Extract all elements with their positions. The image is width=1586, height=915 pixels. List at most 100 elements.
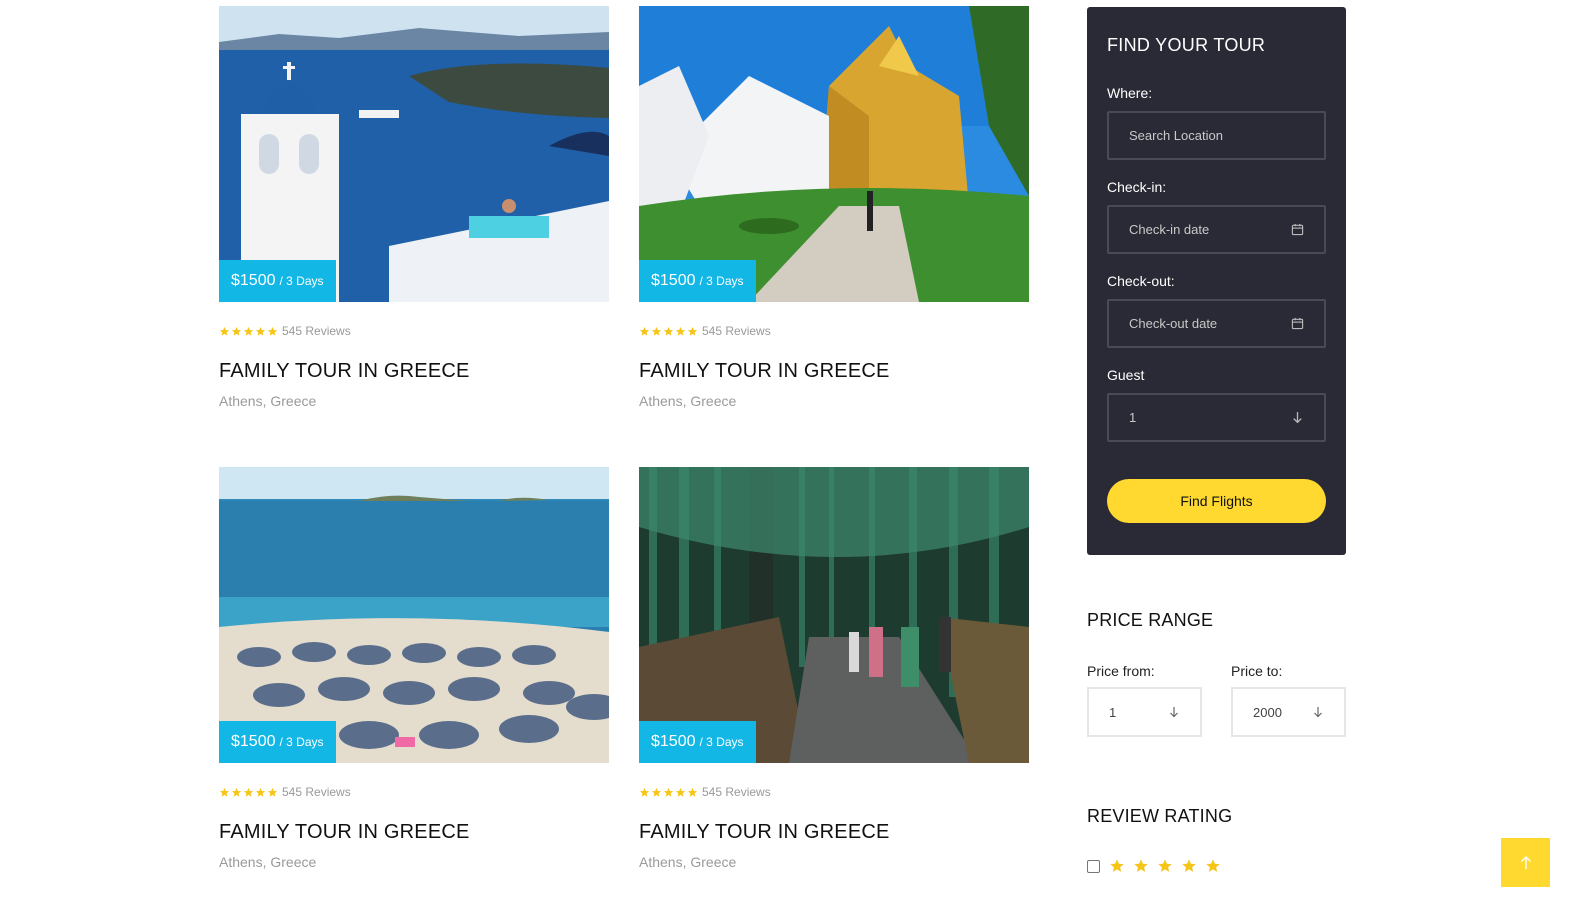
tour-card[interactable]: $1500 / 3 Days 545 Reviews FAMILY TOUR I… <box>219 6 609 409</box>
location-input[interactable]: Search Location <box>1107 111 1326 160</box>
tour-card[interactable]: $1500 / 3 Days 545 Reviews FAMILY TOUR I… <box>639 467 1029 870</box>
rating-row: 545 Reviews <box>219 785 609 799</box>
find-tour-panel: FIND YOUR TOUR Where: Search Location Ch… <box>1087 7 1346 555</box>
star-icon <box>663 326 674 337</box>
tour-image[interactable]: $1500 / 3 Days <box>219 467 609 763</box>
review-count: 545 Reviews <box>282 785 351 799</box>
star-icon <box>267 787 278 798</box>
review-count: 545 Reviews <box>702 324 771 338</box>
rating-row: 545 Reviews <box>219 324 609 338</box>
review-count: 545 Reviews <box>702 785 771 799</box>
price-amount: $1500 <box>231 733 276 750</box>
star-icon <box>267 326 278 337</box>
review-count: 545 Reviews <box>282 324 351 338</box>
star-icon <box>687 326 698 337</box>
rating-row: 545 Reviews <box>639 324 1029 338</box>
price-from-value: 1 <box>1109 704 1117 720</box>
where-label: Where: <box>1107 85 1153 101</box>
guest-label: Guest <box>1107 367 1145 383</box>
rating-stars <box>1109 858 1221 874</box>
beach-umbrellas-photo <box>219 467 609 763</box>
star-icon <box>687 787 698 798</box>
star-icon <box>663 787 674 798</box>
arrow-down-icon <box>1168 706 1180 718</box>
rating-stars <box>639 787 698 798</box>
price-amount: $1500 <box>651 272 696 289</box>
checkout-placeholder: Check-out date <box>1129 316 1218 331</box>
checkin-input[interactable]: Check-in date <box>1107 205 1326 254</box>
star-icon <box>1157 858 1173 874</box>
tour-location: Athens, Greece <box>639 393 737 409</box>
tour-title[interactable]: FAMILY TOUR IN GREECE <box>639 360 1029 383</box>
tour-image[interactable]: $1500 / 3 Days <box>639 467 1029 763</box>
star-icon <box>639 787 650 798</box>
rating-stars <box>639 326 698 337</box>
rating-stars <box>219 787 278 798</box>
star-icon <box>1133 858 1149 874</box>
checkout-label: Check-out: <box>1107 273 1175 289</box>
review-rating-option[interactable] <box>1087 858 1221 874</box>
star-icon <box>651 787 662 798</box>
star-icon <box>231 326 242 337</box>
star-icon <box>1181 858 1197 874</box>
checkout-input[interactable]: Check-out date <box>1107 299 1326 348</box>
guest-value: 1 <box>1129 410 1137 425</box>
star-icon <box>675 787 686 798</box>
price-range-title: PRICE RANGE <box>1087 610 1214 630</box>
location-placeholder: Search Location <box>1129 128 1223 143</box>
price-amount: $1500 <box>651 733 696 750</box>
star-icon <box>1109 858 1125 874</box>
rating-checkbox[interactable] <box>1087 859 1100 873</box>
tour-location: Athens, Greece <box>219 854 317 870</box>
arrow-down-icon <box>1312 706 1324 718</box>
price-amount: $1500 <box>231 272 276 289</box>
santorini-church-photo <box>219 6 609 302</box>
price-badge: $1500 / 3 Days <box>639 721 756 763</box>
star-icon <box>651 326 662 337</box>
star-icon <box>255 787 266 798</box>
calendar-icon[interactable] <box>1291 317 1304 330</box>
golden-temple-photo <box>639 6 1029 302</box>
calendar-icon[interactable] <box>1291 223 1304 236</box>
guest-select[interactable]: 1 <box>1107 393 1326 442</box>
rating-row: 545 Reviews <box>639 785 1029 799</box>
arrow-up-icon <box>1520 855 1531 869</box>
arrow-down-icon <box>1291 411 1304 424</box>
star-icon <box>231 787 242 798</box>
star-icon <box>255 326 266 337</box>
find-flights-button[interactable]: Find Flights <box>1107 479 1326 523</box>
price-to-label: Price to: <box>1231 663 1283 679</box>
star-icon <box>219 787 230 798</box>
price-duration: / 3 Days <box>279 274 324 288</box>
price-duration: / 3 Days <box>279 735 324 749</box>
tour-card[interactable]: $1500 / 3 Days 545 Reviews FAMILY TOUR I… <box>219 467 609 870</box>
tour-location: Athens, Greece <box>639 854 737 870</box>
tour-image[interactable]: $1500 / 3 Days <box>639 6 1029 302</box>
tour-title[interactable]: FAMILY TOUR IN GREECE <box>219 821 609 844</box>
tour-title[interactable]: FAMILY TOUR IN GREECE <box>219 360 609 383</box>
rating-stars <box>219 326 278 337</box>
checkin-label: Check-in: <box>1107 179 1167 195</box>
tour-location: Athens, Greece <box>219 393 317 409</box>
price-from-label: Price from: <box>1087 663 1155 679</box>
price-from-select[interactable]: 1 <box>1087 687 1202 737</box>
tour-title[interactable]: FAMILY TOUR IN GREECE <box>639 821 1029 844</box>
price-duration: / 3 Days <box>699 274 744 288</box>
tour-card[interactable]: $1500 / 3 Days 545 Reviews FAMILY TOUR I… <box>639 6 1029 409</box>
finder-title: FIND YOUR TOUR <box>1107 35 1266 55</box>
star-icon <box>1205 858 1221 874</box>
price-duration: / 3 Days <box>699 735 744 749</box>
review-rating-title: REVIEW RATING <box>1087 806 1233 826</box>
price-to-select[interactable]: 2000 <box>1231 687 1346 737</box>
bamboo-forest-photo <box>639 467 1029 763</box>
star-icon <box>219 326 230 337</box>
price-badge: $1500 / 3 Days <box>219 260 336 302</box>
checkin-placeholder: Check-in date <box>1129 222 1210 237</box>
tour-image[interactable]: $1500 / 3 Days <box>219 6 609 302</box>
back-to-top-button[interactable] <box>1501 838 1550 887</box>
price-to-value: 2000 <box>1253 704 1282 720</box>
price-badge: $1500 / 3 Days <box>219 721 336 763</box>
star-icon <box>639 326 650 337</box>
star-icon <box>243 787 254 798</box>
star-icon <box>675 326 686 337</box>
